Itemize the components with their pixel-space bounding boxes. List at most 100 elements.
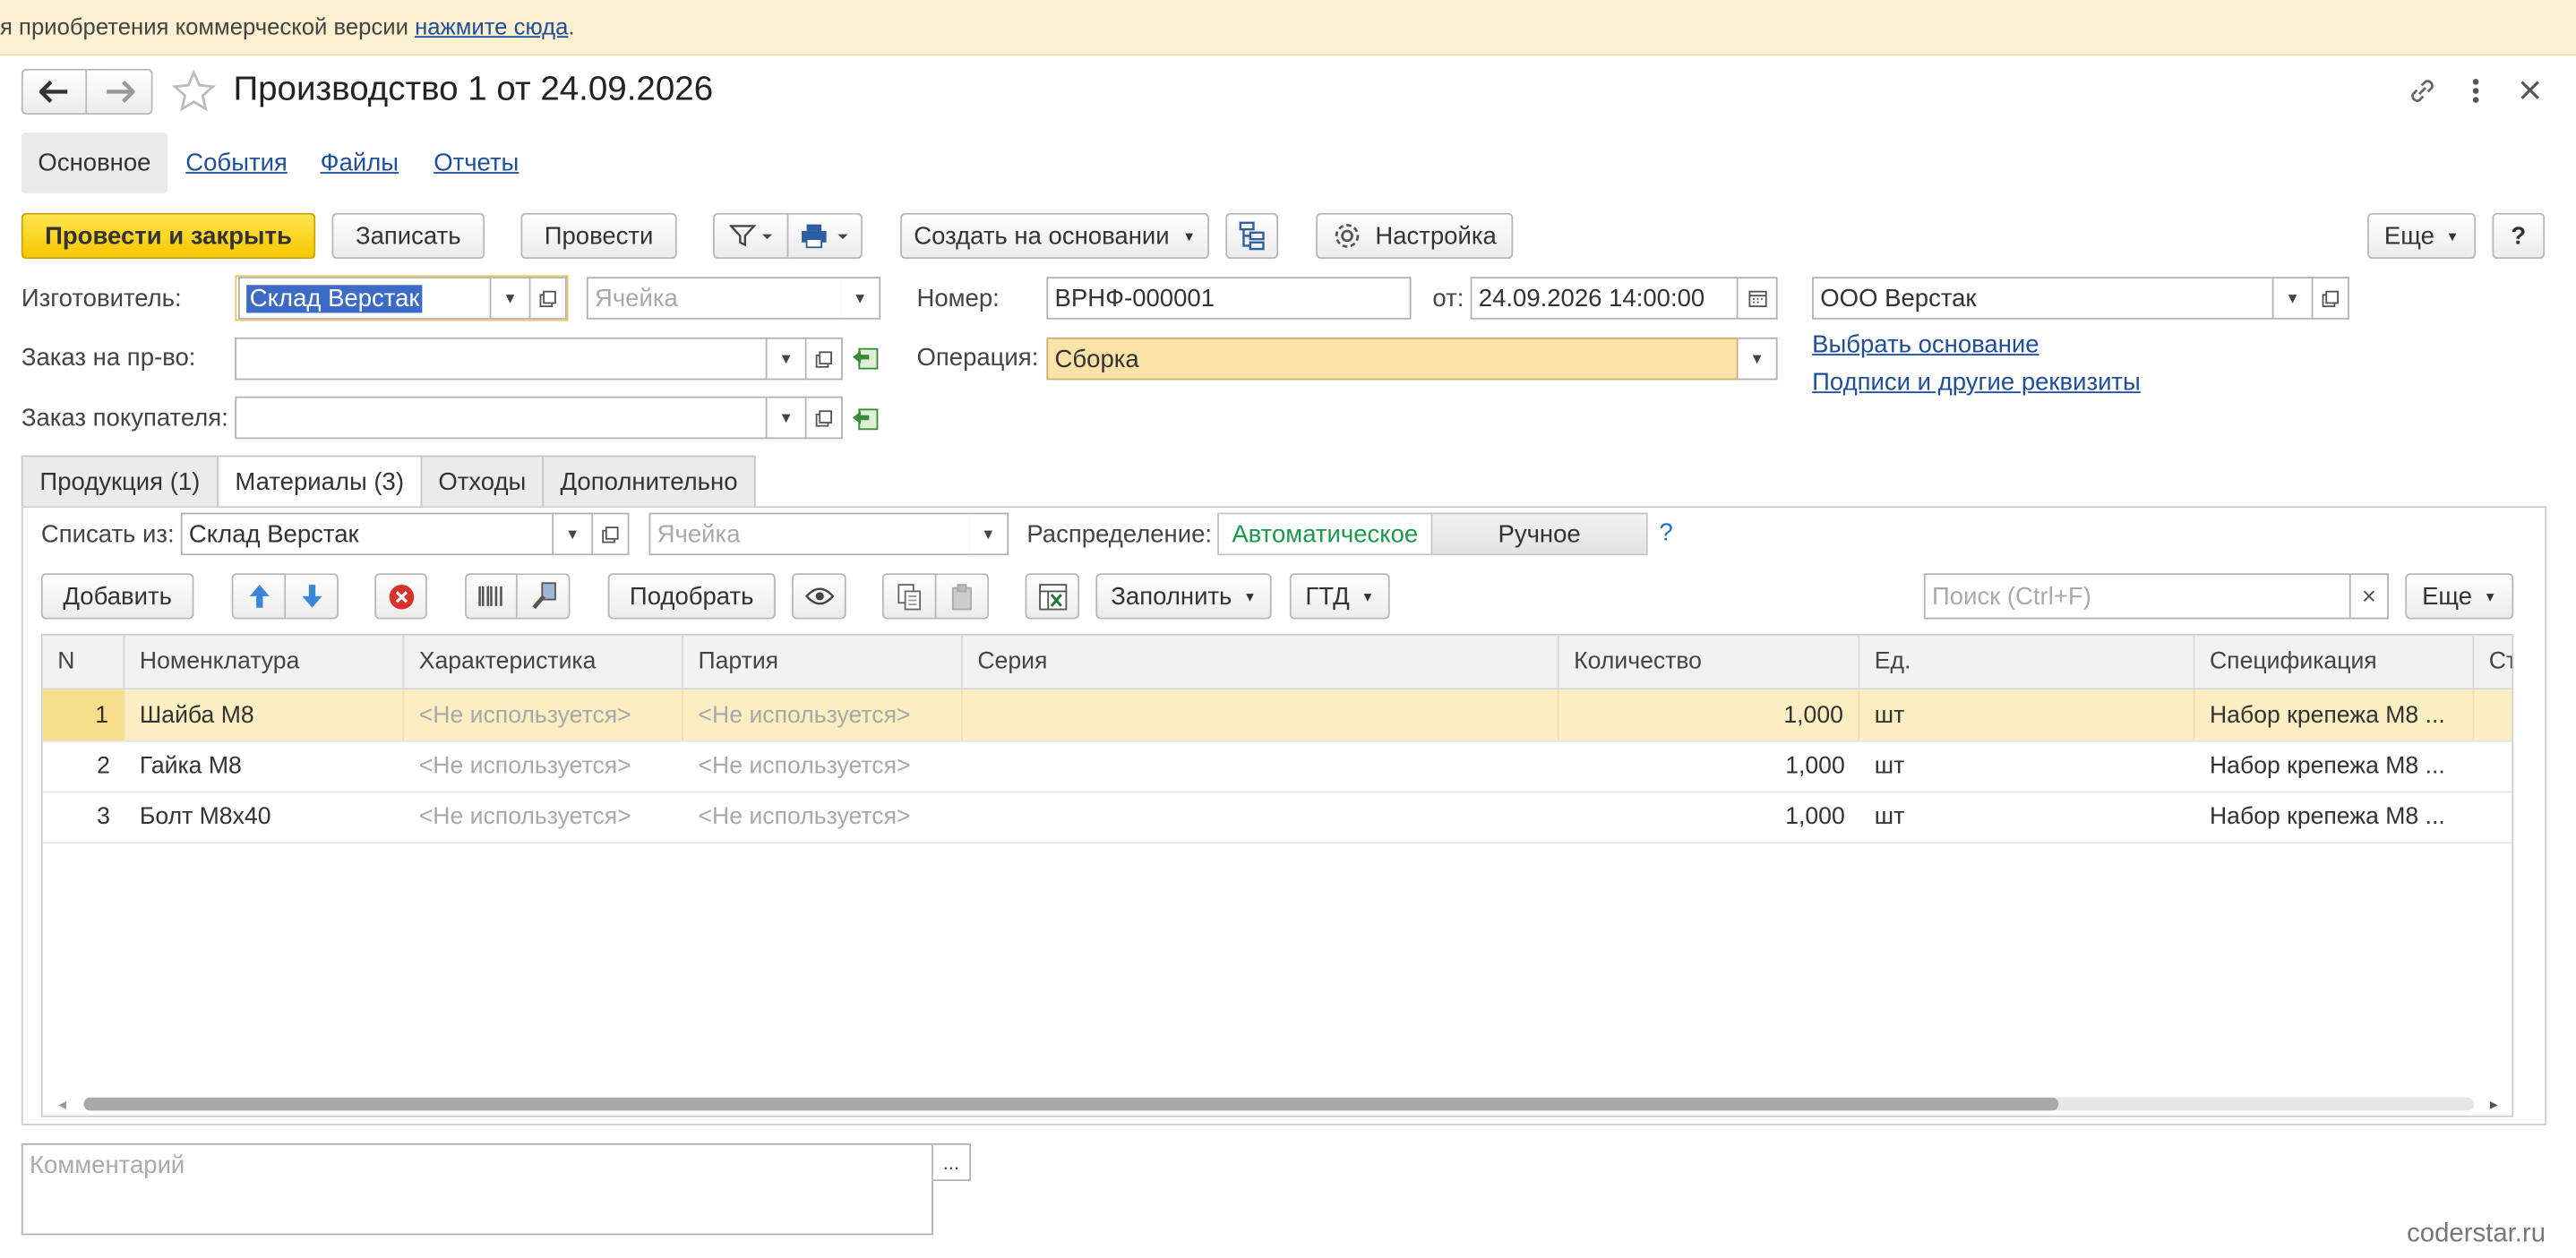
- add-button[interactable]: Добавить: [40, 573, 194, 620]
- delete-button[interactable]: [374, 573, 427, 620]
- column-header[interactable]: Спецификация: [2194, 635, 2475, 689]
- excel-button[interactable]: [1025, 573, 1080, 620]
- nav-tab-reports[interactable]: Отчеты: [434, 149, 519, 176]
- production-order-input[interactable]: [235, 337, 768, 381]
- cell-item[interactable]: Гайка М8: [125, 740, 404, 792]
- customer-order-input[interactable]: [235, 396, 768, 440]
- more-button[interactable]: Еще ▼: [2367, 212, 2477, 260]
- fill-from-customer-order-icon[interactable]: [851, 405, 880, 432]
- writeoff-dropdown[interactable]: ▼: [554, 512, 594, 556]
- column-header[interactable]: Ст: [2474, 636, 2512, 689]
- calendar-button[interactable]: [1738, 277, 1778, 320]
- cell-batch[interactable]: <Не используется>: [683, 740, 963, 792]
- cell-specification[interactable]: Набор крепежа М8 ...: [2194, 689, 2475, 740]
- organization-open[interactable]: [2313, 277, 2349, 320]
- cell-item[interactable]: Болт М8х40: [125, 792, 404, 843]
- tab-materials[interactable]: Материалы (3): [217, 455, 423, 509]
- horizontal-scrollbar-thumb[interactable]: [83, 1097, 2059, 1111]
- cell-series[interactable]: [963, 792, 1559, 843]
- scroll-left-arrow[interactable]: ◄: [56, 1098, 69, 1112]
- paste-button[interactable]: [936, 573, 990, 620]
- more-vertical-icon[interactable]: [2469, 75, 2483, 107]
- distribution-help[interactable]: ?: [1660, 519, 1673, 547]
- manufacturer-open[interactable]: [530, 277, 567, 320]
- cell-item[interactable]: Шайба М8: [125, 689, 405, 740]
- copy-button[interactable]: [881, 573, 937, 620]
- tab-waste[interactable]: Отходы: [420, 455, 545, 507]
- nav-tab-files[interactable]: Файлы: [321, 149, 399, 176]
- settings-button[interactable]: Настройка: [1316, 212, 1514, 260]
- cell-quantity[interactable]: 1,000: [1559, 792, 1860, 843]
- tab-additional[interactable]: Дополнительно: [542, 455, 756, 507]
- close-icon[interactable]: [2519, 79, 2542, 102]
- manufacturer-input[interactable]: Склад Верстак: [237, 277, 492, 320]
- tab-products[interactable]: Продукция (1): [21, 455, 219, 507]
- star-icon[interactable]: [171, 69, 217, 115]
- help-button[interactable]: ?: [2492, 212, 2546, 260]
- scanner-button[interactable]: [517, 573, 571, 620]
- distribution-manual[interactable]: Ручное: [1432, 512, 1648, 556]
- filter-button[interactable]: [713, 212, 789, 260]
- scroll-right-arrow[interactable]: ►: [2487, 1098, 2501, 1112]
- structure-button[interactable]: [1225, 212, 1278, 260]
- number-input[interactable]: ВРНФ-000001: [1046, 277, 1412, 320]
- writeoff-open[interactable]: [593, 512, 630, 556]
- create-based-on-button[interactable]: Создать на основании ▼: [900, 212, 1209, 260]
- production-order-dropdown[interactable]: ▼: [767, 337, 807, 381]
- customer-order-dropdown[interactable]: ▼: [767, 396, 807, 440]
- cell-specification[interactable]: Набор крепежа М8 ...: [2194, 792, 2474, 843]
- gtd-button[interactable]: ГТД ▼: [1289, 573, 1390, 620]
- save-button[interactable]: Записать: [331, 212, 485, 260]
- forward-button[interactable]: [87, 68, 153, 116]
- signatures-link[interactable]: Подписи и другие реквизиты: [1812, 369, 2141, 397]
- view-button[interactable]: [792, 573, 846, 620]
- cell-unit[interactable]: шт: [1859, 740, 2194, 792]
- cell-batch[interactable]: <Не используется>: [683, 689, 963, 740]
- column-header[interactable]: Ед.: [1859, 635, 2195, 689]
- cell-series[interactable]: [963, 740, 1559, 792]
- cell-series[interactable]: [963, 689, 1559, 740]
- cell-characteristic[interactable]: <Не используется>: [404, 740, 683, 792]
- materials-more-button[interactable]: Еще ▼: [2405, 573, 2514, 620]
- column-header[interactable]: Количество: [1559, 635, 1860, 689]
- comment-input[interactable]: Комментарий: [21, 1142, 933, 1236]
- cell-unit[interactable]: шт: [1859, 689, 2195, 740]
- barcode-button[interactable]: [465, 573, 518, 620]
- search-input[interactable]: Поиск (Ctrl+F): [1923, 573, 2351, 620]
- cell-quantity[interactable]: 1,000: [1559, 740, 1860, 792]
- customer-order-open[interactable]: [806, 396, 843, 440]
- date-input[interactable]: 24.09.2026 14:00:00: [1470, 277, 1739, 320]
- column-header[interactable]: Характеристика: [404, 635, 684, 689]
- cell-input[interactable]: Ячейка: [586, 277, 843, 320]
- organization-dropdown[interactable]: ▼: [2273, 277, 2314, 320]
- column-header[interactable]: Серия: [963, 635, 1559, 689]
- fill-button[interactable]: Заполнить ▼: [1095, 573, 1272, 620]
- post-button[interactable]: Провести: [520, 212, 677, 260]
- nav-tab-main[interactable]: Основное: [21, 133, 168, 193]
- print-button[interactable]: [788, 212, 863, 260]
- table-row[interactable]: 3 Болт М8х40 <Не используется> <Не испол…: [42, 792, 2512, 844]
- distribution-auto[interactable]: Автоматическое: [1217, 512, 1433, 556]
- post-and-close-button[interactable]: Провести и закрыть: [21, 212, 316, 260]
- cell-dropdown[interactable]: ▼: [841, 277, 881, 320]
- cell-characteristic[interactable]: <Не используется>: [404, 792, 683, 843]
- materials-cell-dropdown[interactable]: ▼: [969, 512, 1009, 556]
- pick-button[interactable]: Подобрать: [607, 573, 776, 620]
- comment-expand-button[interactable]: ...: [932, 1142, 972, 1182]
- column-header[interactable]: N: [43, 635, 125, 689]
- cell-specification[interactable]: Набор крепежа М8 ...: [2194, 740, 2474, 792]
- production-order-open[interactable]: [806, 337, 843, 381]
- organization-input[interactable]: ООО Верстак: [1812, 277, 2274, 320]
- operation-dropdown[interactable]: ▼: [1738, 337, 1778, 381]
- fill-from-order-icon[interactable]: [851, 344, 880, 372]
- manufacturer-dropdown[interactable]: ▼: [491, 277, 531, 320]
- nav-tab-events[interactable]: События: [185, 149, 288, 176]
- materials-cell-input[interactable]: Ячейка: [648, 512, 972, 556]
- move-down-button[interactable]: [286, 573, 339, 620]
- column-header[interactable]: Партия: [683, 635, 963, 689]
- table-row[interactable]: 2 Гайка М8 <Не используется> <Не использ…: [42, 740, 2512, 793]
- choose-basis-link[interactable]: Выбрать основание: [1812, 331, 2039, 359]
- column-header[interactable]: Номенклатура: [125, 635, 405, 689]
- operation-input[interactable]: Сборка: [1046, 337, 1739, 381]
- cell-unit[interactable]: шт: [1859, 792, 2194, 843]
